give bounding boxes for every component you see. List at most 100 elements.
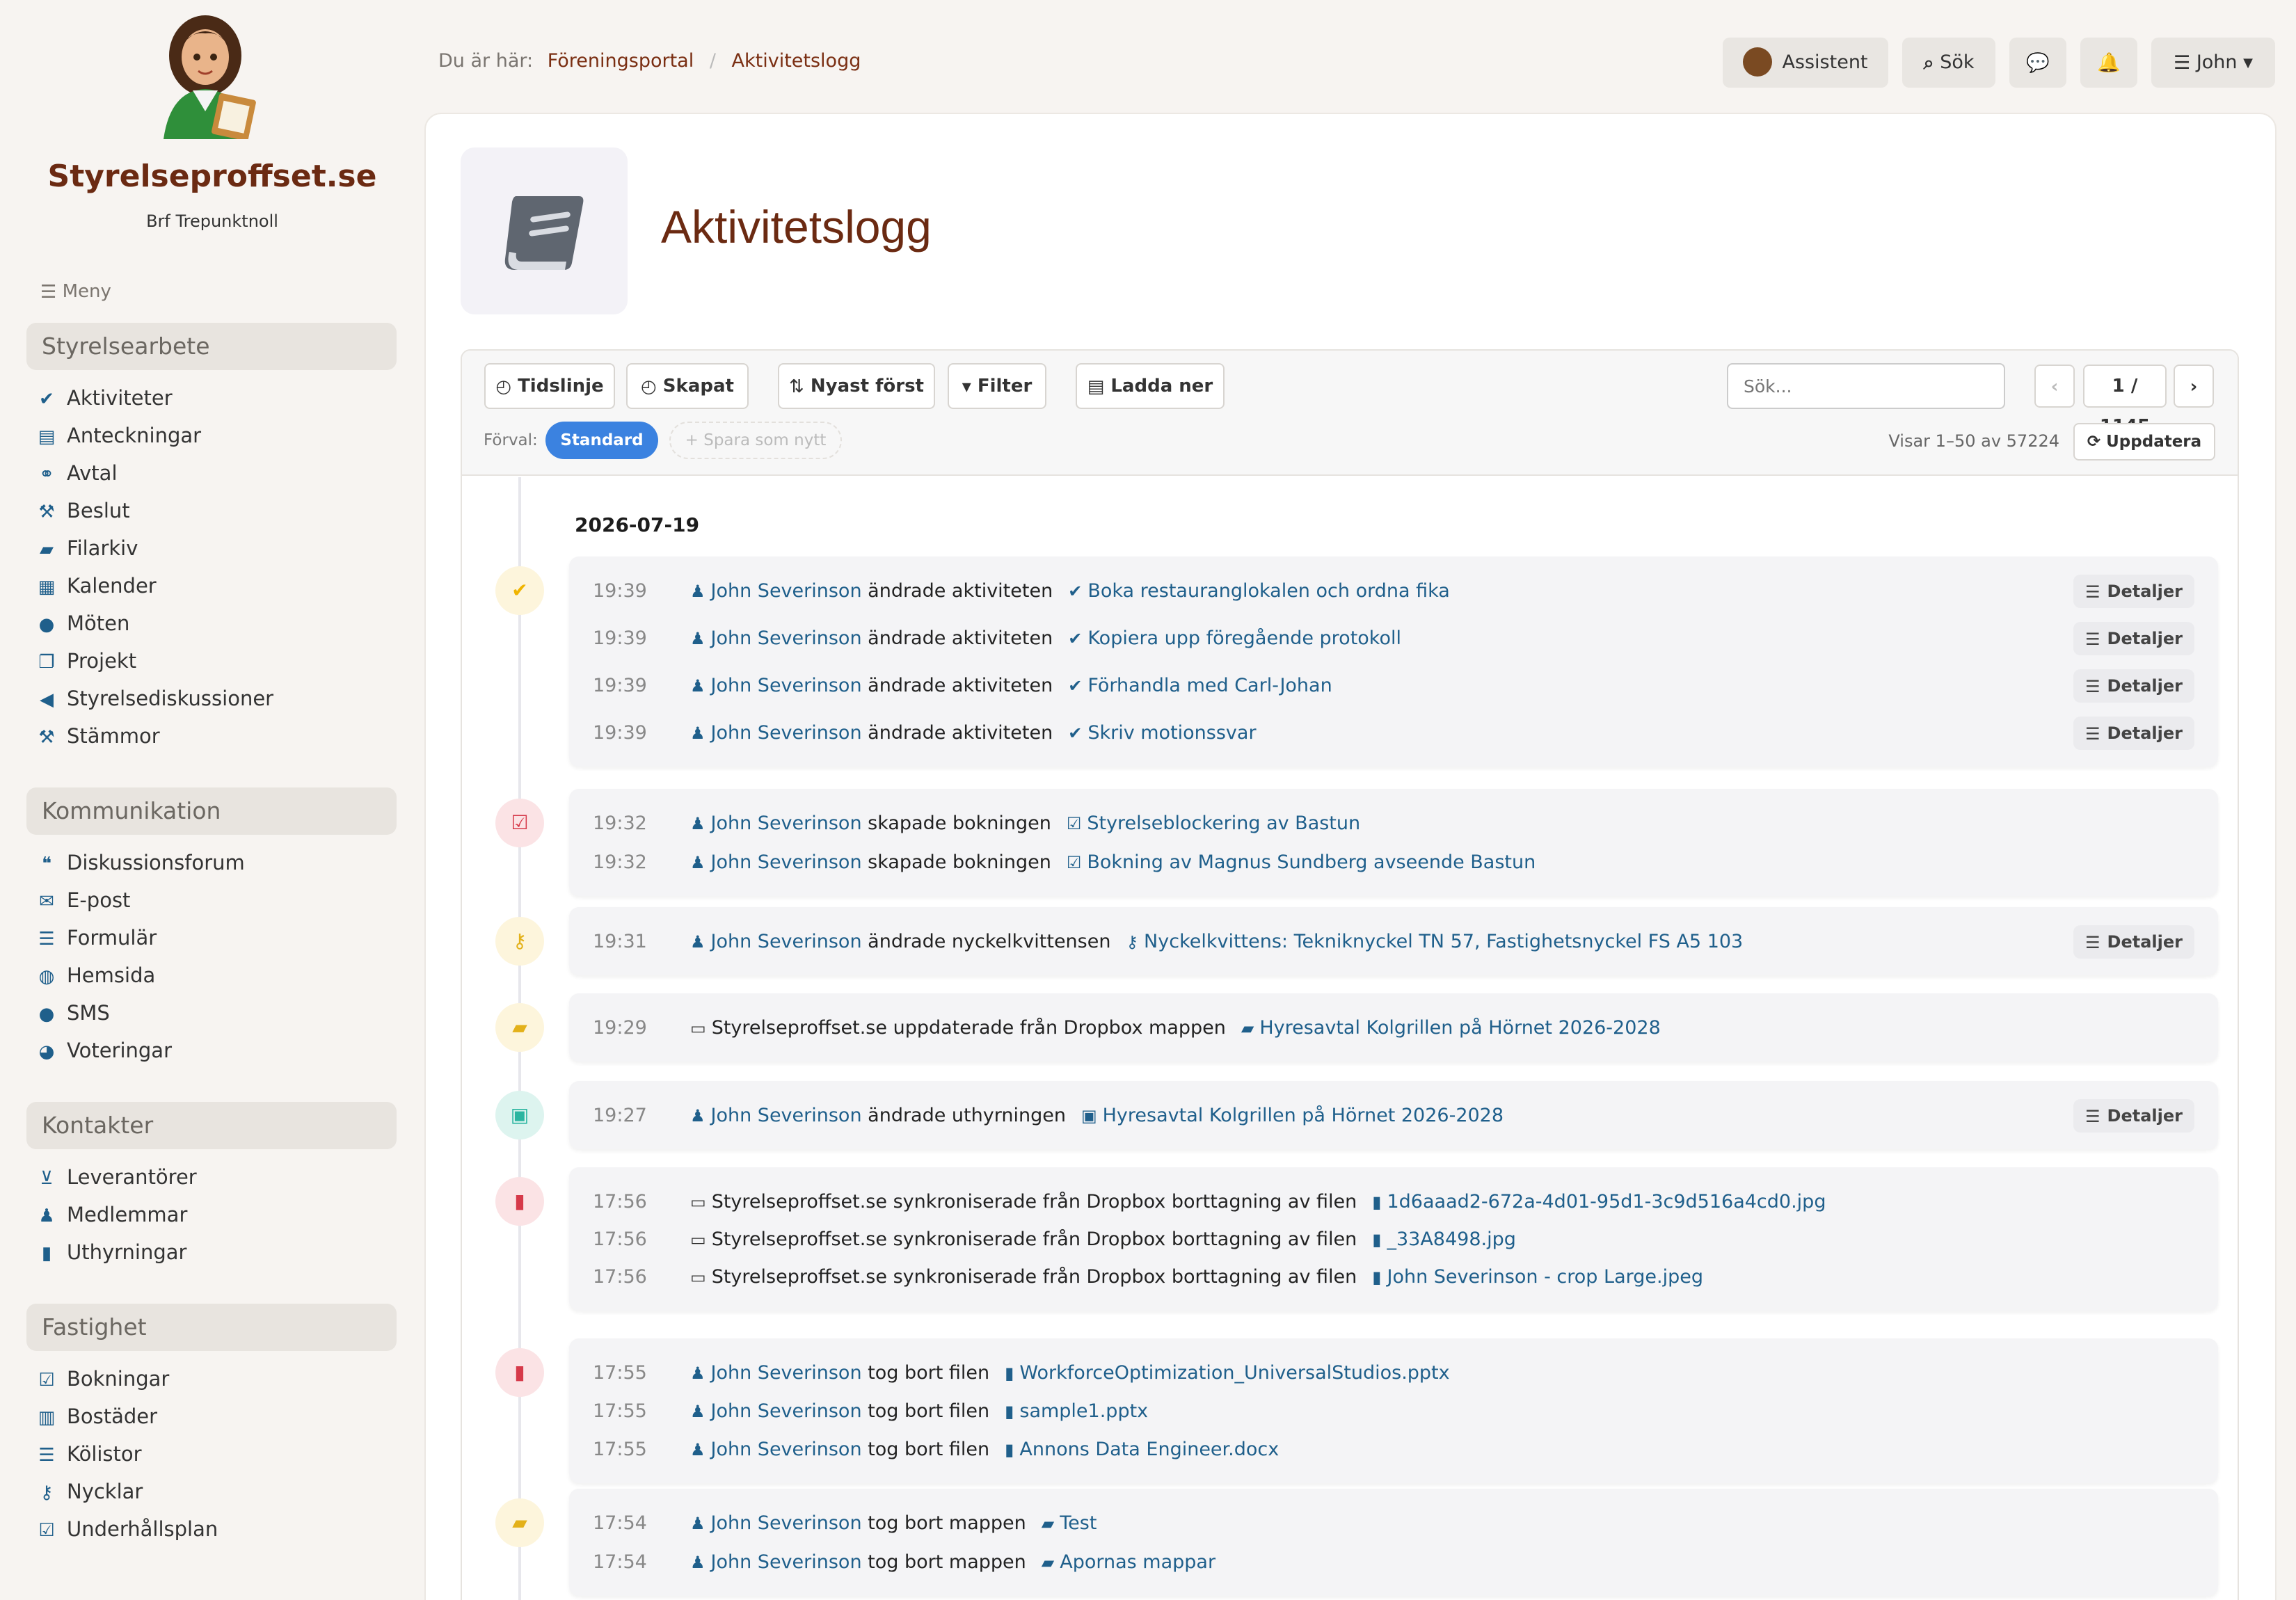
actor-link[interactable]: John Severinson [711,580,862,602]
actor-link[interactable]: John Severinson [711,1400,862,1422]
download-button[interactable]: ▤ Ladda ner [1076,363,1225,409]
sidebar-item[interactable]: ▮ Uthyrningar [36,1238,187,1266]
target-link[interactable]: Nyckelkvittens: Tekniknyckel TN 57, Fast… [1144,931,1743,952]
sidebar-item[interactable]: ▦ Kalender [36,572,157,600]
handshake-icon: ⚭ [39,464,54,485]
actor-link[interactable]: John Severinson [711,1439,862,1460]
sidebar-item[interactable]: ⚷ Nycklar [36,1478,143,1505]
details-button[interactable]: ☰ Detaljer [2073,925,2194,959]
save-preset-button[interactable]: + Spara som nytt [669,422,842,459]
target-link[interactable]: Bokning av Magnus Sundberg avseende Bast… [1087,851,1536,873]
details-button[interactable]: ☰ Detaljer [2073,622,2194,655]
target-link[interactable]: Annons Data Engineer.docx [1019,1439,1279,1460]
sidebar-item[interactable]: ⚒ Beslut [36,497,129,525]
check-square-icon: ☑ [1066,853,1082,872]
actor-link[interactable]: John Severinson [711,722,862,744]
actor-link[interactable]: John Severinson [711,1512,862,1534]
target-link[interactable]: Apornas mappar [1060,1551,1215,1573]
notifications-button[interactable]: 🔔 [2080,38,2137,88]
folder-open-icon: ▰ [1041,1553,1055,1572]
actor-link[interactable]: John Severinson [711,931,862,952]
target-link[interactable]: John Severinson - crop Large.jpeg [1387,1266,1703,1288]
chat-button[interactable]: 💬 [2009,38,2066,88]
entry-time: 19:27 [593,1105,647,1126]
actor-link[interactable]: John Severinson [711,627,862,649]
next-page-button[interactable]: › [2174,365,2214,408]
user-name: John [2196,51,2238,73]
result-count: Visar 1–50 av 57224 [1888,431,2059,451]
sidebar-item[interactable]: ◕ Voteringar [36,1037,172,1064]
sidebar-item[interactable]: ⊻ Leverantörer [36,1163,196,1191]
prev-page-button[interactable]: ‹ [2034,365,2075,408]
sidebar-item[interactable]: ✔ Aktiviteter [36,384,173,412]
actor-link[interactable]: John Severinson [711,675,862,696]
sidebar-item[interactable]: ✉ E-post [36,886,130,914]
target-link[interactable]: Boka restauranglokalen och ordna fika [1087,580,1450,602]
target-link[interactable]: Förhandla med Carl-Johan [1087,675,1332,696]
sidebar-item[interactable]: ☑ Underhållsplan [36,1515,218,1543]
actor-link[interactable]: John Severinson [711,1362,862,1384]
sidebar-item-label: SMS [67,1001,110,1025]
timeline-view-button[interactable]: ◴ Tidslinje [484,363,615,409]
sidebar-item[interactable]: ◀ Styrelsediskussioner [36,685,273,712]
sidebar-section-header[interactable]: Styrelsearbete [26,323,397,370]
file-icon: ▮ [1372,1267,1382,1287]
sidebar-item[interactable]: ☰ Kölistor [36,1440,141,1468]
sidebar-item[interactable]: ♟ Medlemmar [36,1201,187,1229]
actor-link[interactable]: John Severinson [711,1105,862,1126]
sort-order-button[interactable]: ⇅ Nyast först [778,363,935,409]
sidebar-item[interactable]: ☑ Bokningar [36,1365,169,1393]
details-button[interactable]: ☰ Detaljer [2073,575,2194,608]
sidebar-item[interactable]: ☰ Formulär [36,924,157,952]
details-button[interactable]: ☰ Detaljer [2073,669,2194,703]
sidebar-item[interactable]: ⚒ Stämmor [36,722,159,750]
sidebar-item[interactable]: ● Möten [36,609,130,637]
target-link[interactable]: Styrelseblockering av Bastun [1087,813,1360,834]
sidebar-item[interactable]: ▰ Filarkiv [36,534,138,562]
target-link[interactable]: Hyresavtal Kolgrillen på Hörnet 2026-202… [1259,1017,1660,1039]
details-button[interactable]: ☰ Detaljer [2073,1099,2194,1133]
created-sort-button[interactable]: ◴ Skapat [626,363,749,409]
target-link[interactable]: Hyresavtal Kolgrillen på Hörnet 2026-202… [1103,1105,1504,1126]
sidebar-item[interactable]: ▥ Bostäder [36,1402,157,1430]
sidebar-item[interactable]: ● SMS [36,999,110,1027]
sidebar-item[interactable]: ◍ Hemsida [36,961,156,989]
search-button[interactable]: ⌕ Sök [1902,38,1995,88]
target-link[interactable]: Kopiera upp föregående protokoll [1087,627,1401,649]
actor-link[interactable]: John Severinson [711,813,862,834]
check-icon: ✔ [39,389,54,410]
refresh-button[interactable]: ⟳ Uppdatera [2073,423,2215,461]
actor-link[interactable]: John Severinson [711,1551,862,1573]
pie-chart-icon: ◕ [38,1041,55,1062]
actor-link[interactable]: John Severinson [711,851,862,873]
target-link[interactable]: Skriv motionssvar [1087,722,1256,744]
plus-icon: + [685,431,699,449]
folder-open-icon: ▰ [495,1498,544,1547]
filter-button[interactable]: ▾ Filter [948,363,1046,409]
mascot-logo[interactable] [143,7,268,139]
target-link[interactable]: sample1.pptx [1019,1400,1148,1422]
sidebar-section-header[interactable]: Kontakter [26,1102,397,1149]
brand-name[interactable]: Styrelseproffset.se [0,159,424,194]
page-indicator[interactable]: 1 / 1145 [2083,365,2167,437]
log-search-input[interactable] [1727,363,2005,409]
sidebar-section-header[interactable]: Fastighet [26,1304,397,1351]
entry-time: 17:54 [593,1551,647,1573]
preset-standard-button[interactable]: Standard [545,422,658,459]
breadcrumb-current[interactable]: Aktivitetslogg [732,50,861,72]
menu-toggle[interactable]: ☰ Meny [40,281,111,302]
details-button[interactable]: ☰ Detaljer [2073,717,2194,750]
target-link[interactable]: WorkforceOptimization_UniversalStudios.p… [1019,1362,1449,1384]
sidebar-item[interactable]: ❐ Projekt [36,647,136,675]
assistant-button[interactable]: Assistent [1723,38,1888,88]
breadcrumb-home[interactable]: Föreningsportal [548,50,694,72]
user-menu-button[interactable]: ☰ John ▼ [2151,38,2275,88]
sidebar-item[interactable]: ⚭ Avtal [36,459,117,487]
target-link[interactable]: _33A8498.jpg [1387,1229,1515,1250]
sidebar-item[interactable]: ▤ Anteckningar [36,422,201,449]
target-link[interactable]: Test [1060,1512,1097,1534]
sidebar-item[interactable]: ❝ Diskussionsforum [36,849,245,877]
sidebar-section-header[interactable]: Kommunikation [26,787,397,835]
breadcrumb-prefix: Du är här: [438,50,534,72]
target-link[interactable]: 1d6aaad2-672a-4d01-95d1-3c9d516a4cd0.jpg [1387,1191,1826,1213]
